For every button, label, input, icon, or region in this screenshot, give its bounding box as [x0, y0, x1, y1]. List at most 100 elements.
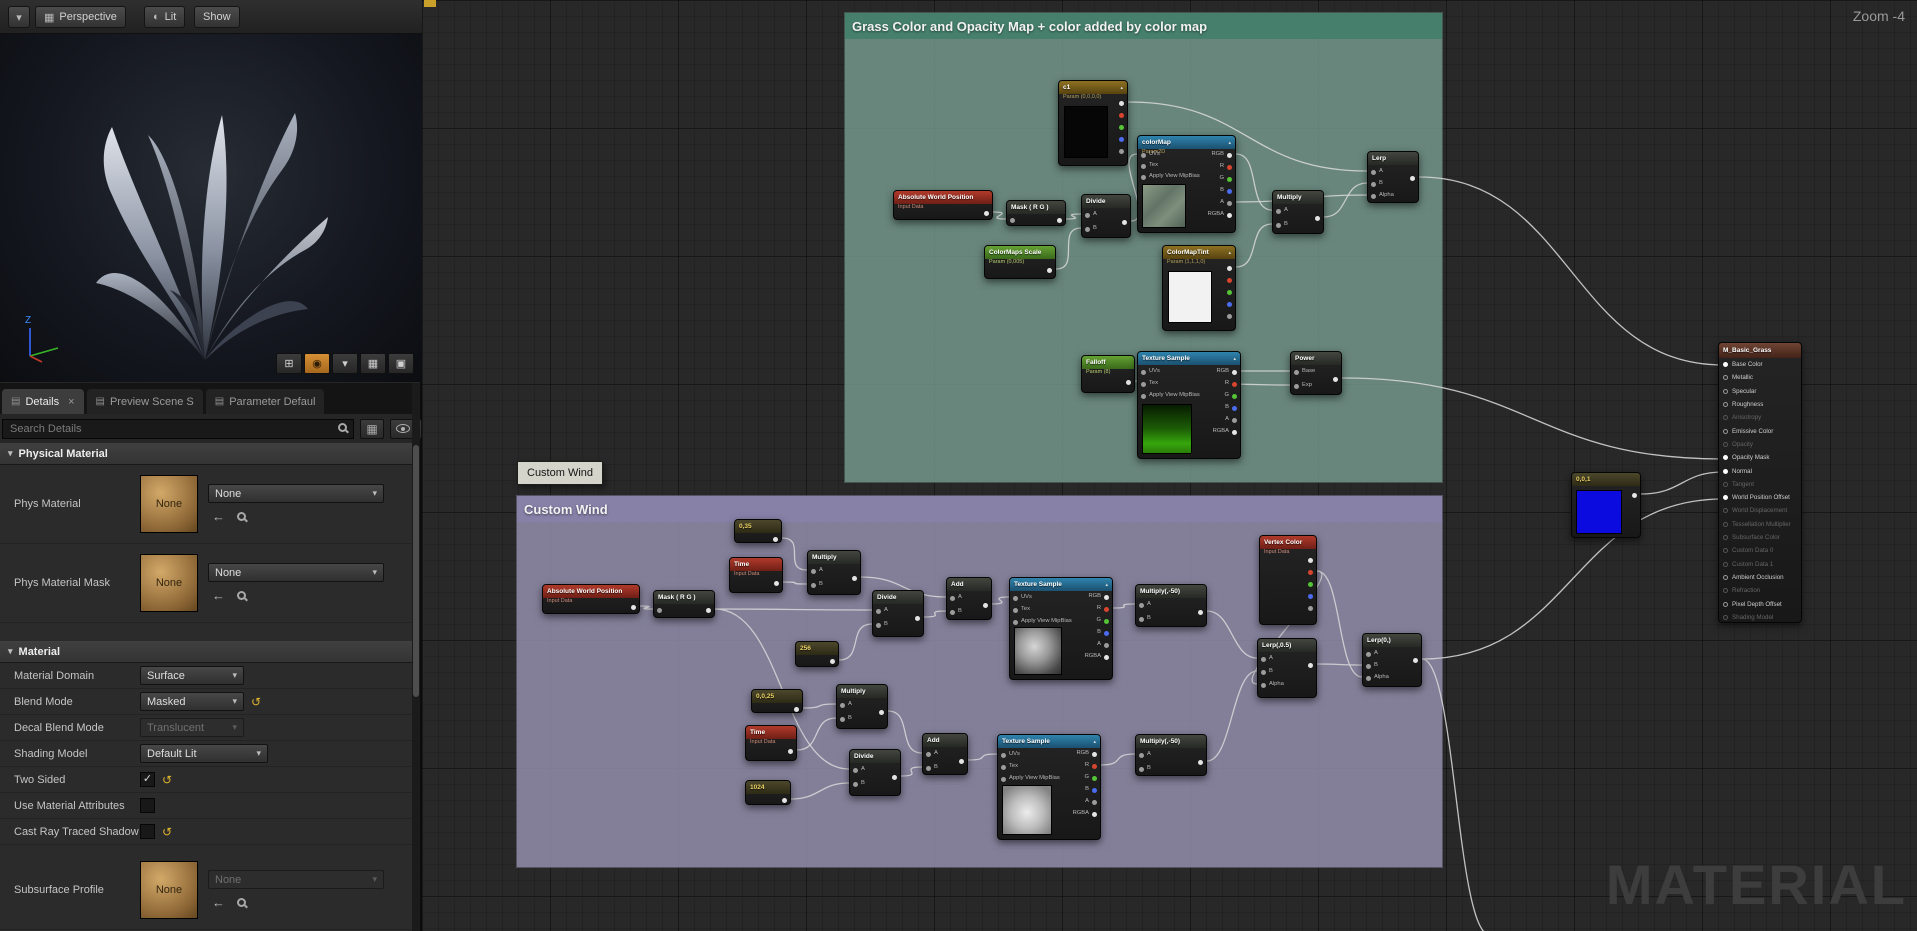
output-pin[interactable]: [1413, 658, 1418, 663]
node-multw1[interactable]: Multiply A B: [807, 550, 861, 595]
node-addw2[interactable]: Add A B: [922, 733, 968, 775]
comment-header[interactable]: Grass Color and Opacity Map + color adde…: [845, 13, 1442, 39]
preview-viewport[interactable]: ▾ ▦ Perspective ◐ Lit Show Z ⊞ ◉ ▾ ▦ ▣: [0, 0, 422, 382]
output-pin[interactable]: [788, 749, 793, 754]
output-pin[interactable]: [1057, 218, 1062, 223]
maximize-viewport-button[interactable]: ⊞: [276, 353, 302, 374]
output-pin[interactable]: [1227, 302, 1232, 307]
material-input-subsurface-color[interactable]: Subsurface Color: [1719, 531, 1801, 544]
output-pin[interactable]: [1333, 377, 1338, 382]
input-pin[interactable]: [1294, 384, 1299, 389]
node-m50a[interactable]: Multiply(,-50) A B: [1135, 584, 1207, 627]
input-pin[interactable]: [1141, 153, 1146, 158]
output-pin[interactable]: [1227, 177, 1232, 182]
asset-thumbnail[interactable]: None: [140, 475, 198, 533]
browse-asset-icon[interactable]: [237, 898, 246, 907]
output-pin[interactable]: [1227, 290, 1232, 295]
output-pin[interactable]: [1092, 788, 1097, 793]
checkbox-two-sided[interactable]: ✓: [140, 772, 155, 787]
input-pin[interactable]: [1366, 664, 1371, 669]
input-pin[interactable]: [1013, 608, 1018, 613]
material-input-tessellation-multiplier[interactable]: Tessellation Multiplier: [1719, 518, 1801, 531]
output-pin[interactable]: [1104, 595, 1109, 600]
input-pin[interactable]: [657, 608, 662, 613]
use-selected-asset-icon[interactable]: ←: [212, 509, 225, 524]
output-pin[interactable]: [1104, 631, 1109, 636]
node-colormap[interactable]: colorMap ▴ Param2D UVs Tex Apply View MipBias…: [1137, 135, 1236, 233]
realtime-toggle-button[interactable]: ▦: [360, 353, 386, 374]
material-input-world-displacement[interactable]: World Displacement: [1719, 504, 1801, 517]
input-pin[interactable]: [926, 752, 931, 757]
input-pin[interactable]: [840, 717, 845, 722]
material-input-emissive-color[interactable]: Emissive Color: [1719, 425, 1801, 438]
input-pin[interactable]: [853, 782, 858, 787]
output-pin[interactable]: [1227, 153, 1232, 158]
output-pin[interactable]: [706, 608, 711, 613]
output-pin[interactable]: [1308, 570, 1313, 575]
input-pin[interactable]: [1261, 683, 1266, 688]
output-pin[interactable]: [1126, 380, 1131, 385]
reset-to-default-icon[interactable]: ↺: [162, 773, 172, 787]
node-c256[interactable]: 256: [795, 641, 839, 667]
node-tsw1[interactable]: Texture Sample ▴ UVs Tex Apply View MipBias R…: [1009, 577, 1113, 680]
node-m-basic-grass[interactable]: M_Basic_Grass Base Color Metallic Specular R…: [1718, 342, 1802, 623]
node-tsgrass[interactable]: Texture Sample ▴ UVs Tex Apply View MipBias R…: [1137, 351, 1241, 459]
perspective-button[interactable]: ▦ Perspective: [35, 6, 126, 28]
output-pin[interactable]: [959, 759, 964, 764]
property-matrix-button[interactable]: ▦: [360, 418, 384, 439]
comment-header[interactable]: Custom Wind: [517, 496, 1442, 522]
collapse-icon[interactable]: ▴: [1093, 739, 1096, 745]
output-pin[interactable]: [1227, 266, 1232, 271]
reset-to-default-icon[interactable]: ↺: [251, 695, 261, 709]
output-pin[interactable]: [1198, 760, 1203, 765]
output-pin[interactable]: [892, 775, 897, 780]
output-pin[interactable]: [1308, 594, 1313, 599]
node-lerp1[interactable]: Lerp A B Alpha: [1367, 151, 1419, 203]
output-pin[interactable]: [1227, 201, 1232, 206]
output-pin[interactable]: [782, 798, 787, 803]
input-pin[interactable]: [1013, 596, 1018, 601]
input-pin[interactable]: [1139, 767, 1144, 772]
input-pin[interactable]: [1366, 652, 1371, 657]
node-awp2[interactable]: Absolute World Position Input Data: [542, 584, 640, 614]
output-pin[interactable]: [1227, 314, 1232, 319]
node-time2[interactable]: Time Input Data: [745, 725, 797, 761]
output-pin[interactable]: [1232, 394, 1237, 399]
input-pin[interactable]: [926, 766, 931, 771]
node-multw2[interactable]: Multiply A B: [836, 684, 888, 729]
output-pin[interactable]: [1308, 663, 1313, 668]
material-input-pixel-depth-offset[interactable]: Pixel Depth Offset: [1719, 597, 1801, 610]
node-c035[interactable]: 0,35: [734, 519, 782, 543]
section-header-material[interactable]: ▾ Material: [0, 641, 414, 663]
output-pin[interactable]: [1119, 101, 1124, 106]
viewport-menu-button[interactable]: ▾: [8, 6, 30, 28]
node-falloff[interactable]: Falloff Param (8): [1081, 355, 1135, 393]
output-pin[interactable]: [1092, 800, 1097, 805]
input-pin[interactable]: [1139, 603, 1144, 608]
output-pin[interactable]: [1232, 430, 1237, 435]
browse-asset-icon[interactable]: [237, 512, 246, 521]
output-pin[interactable]: [1104, 607, 1109, 612]
screenshot-button[interactable]: ▣: [388, 353, 414, 374]
output-pin[interactable]: [1104, 655, 1109, 660]
node-time1[interactable]: Time Input Data: [729, 557, 783, 593]
material-input-anisotropy[interactable]: Anisotropy: [1719, 411, 1801, 424]
node-c1[interactable]: c1 ▴ Param (0,0,0,0): [1058, 80, 1128, 166]
input-pin[interactable]: [876, 623, 881, 628]
node-lerp05[interactable]: Lerp(,0.5) A B Alpha: [1257, 638, 1317, 698]
input-pin[interactable]: [1001, 753, 1006, 758]
section-header-physical-material[interactable]: ▾ Physical Material: [0, 443, 414, 465]
material-input-normal[interactable]: Normal: [1719, 464, 1801, 477]
tab-preview-scene-settings[interactable]: ▤ Preview Scene S: [86, 389, 203, 414]
use-selected-asset-icon[interactable]: ←: [212, 895, 225, 910]
asset-thumbnail[interactable]: None: [140, 554, 198, 612]
color-swatch[interactable]: [1576, 490, 1622, 534]
output-pin[interactable]: [1232, 418, 1237, 423]
input-pin[interactable]: [1139, 617, 1144, 622]
input-pin[interactable]: [1141, 370, 1146, 375]
dropdown-blend-mode[interactable]: Masked ▾: [140, 692, 244, 711]
material-input-metallic[interactable]: Metallic: [1719, 371, 1801, 384]
details-scrollbar[interactable]: [412, 383, 420, 931]
output-pin[interactable]: [1047, 268, 1052, 273]
node-div1[interactable]: Divide A B: [1081, 194, 1131, 238]
